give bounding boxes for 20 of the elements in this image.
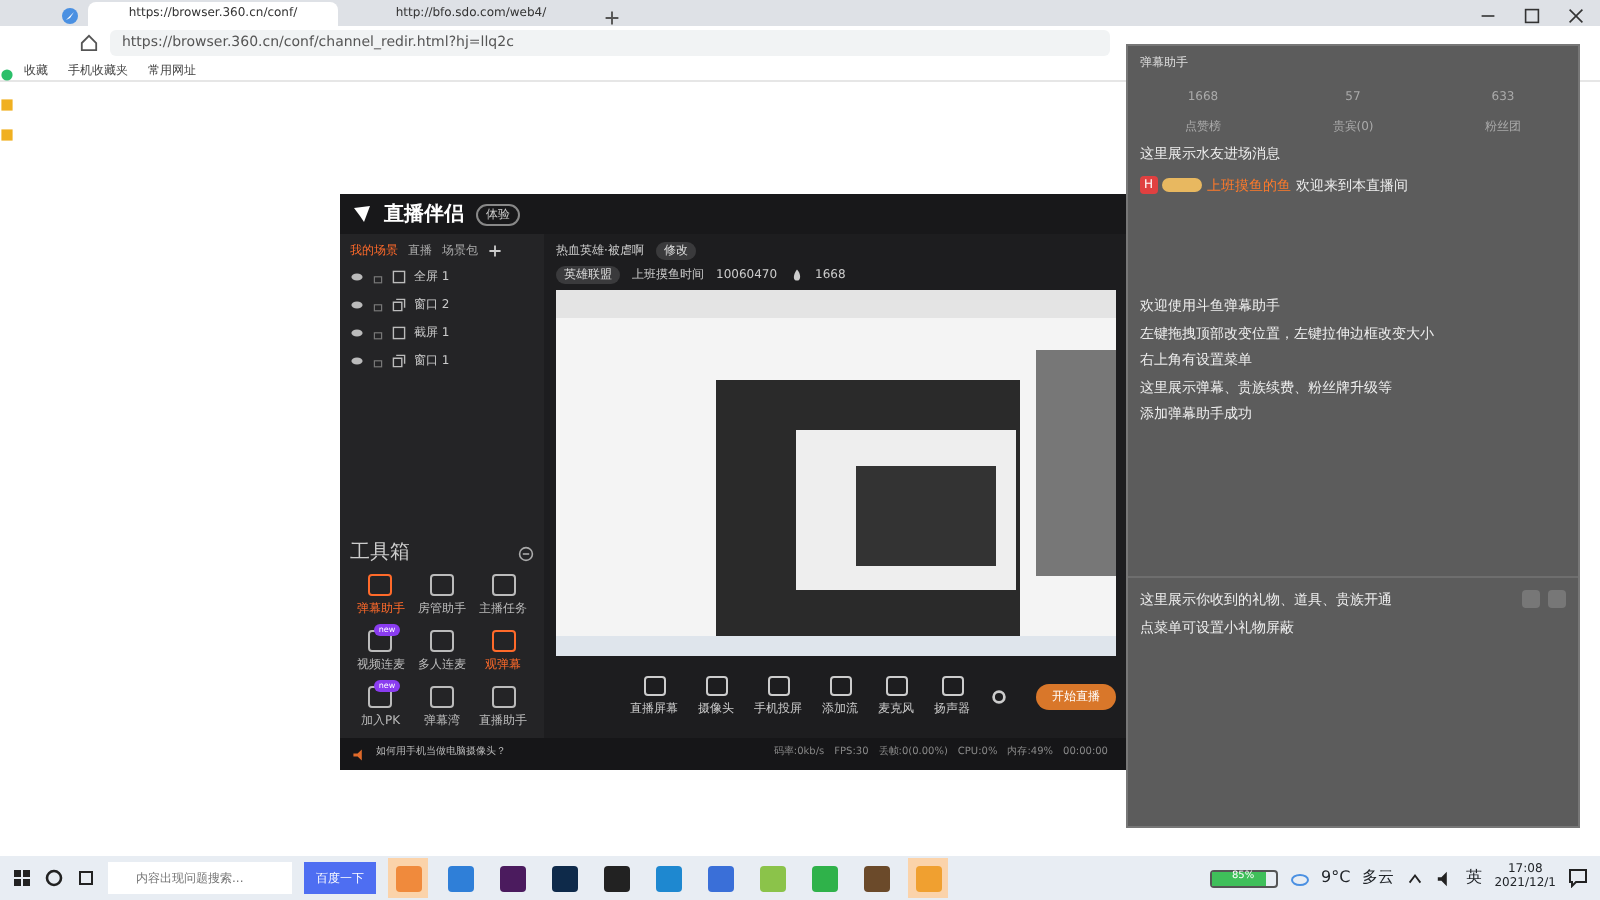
home-icon[interactable] bbox=[80, 34, 98, 52]
temperature[interactable]: 9°C bbox=[1321, 866, 1351, 890]
close-icon[interactable] bbox=[1568, 8, 1584, 24]
cortana-icon[interactable] bbox=[44, 868, 64, 888]
weather-text[interactable]: 多云 bbox=[1362, 866, 1395, 890]
logo-icon bbox=[352, 204, 372, 224]
compass-icon[interactable] bbox=[60, 6, 80, 26]
app-title: 直播伴侣 bbox=[384, 201, 464, 229]
maximize-icon[interactable] bbox=[1524, 8, 1540, 24]
notification-icon[interactable] bbox=[1568, 868, 1588, 888]
task-view-icon[interactable] bbox=[76, 868, 96, 888]
add-icon[interactable] bbox=[488, 244, 502, 258]
new-tab-icon[interactable] bbox=[604, 10, 620, 26]
fan-badge bbox=[1162, 178, 1203, 193]
toolbox-title: 工具箱 bbox=[350, 540, 410, 568]
chevron-up-icon[interactable] bbox=[1406, 869, 1425, 887]
more-icon[interactable] bbox=[518, 545, 534, 561]
speaker-icon bbox=[352, 747, 366, 761]
start-icon[interactable] bbox=[12, 868, 32, 888]
input-method[interactable]: 英 bbox=[1466, 866, 1483, 890]
